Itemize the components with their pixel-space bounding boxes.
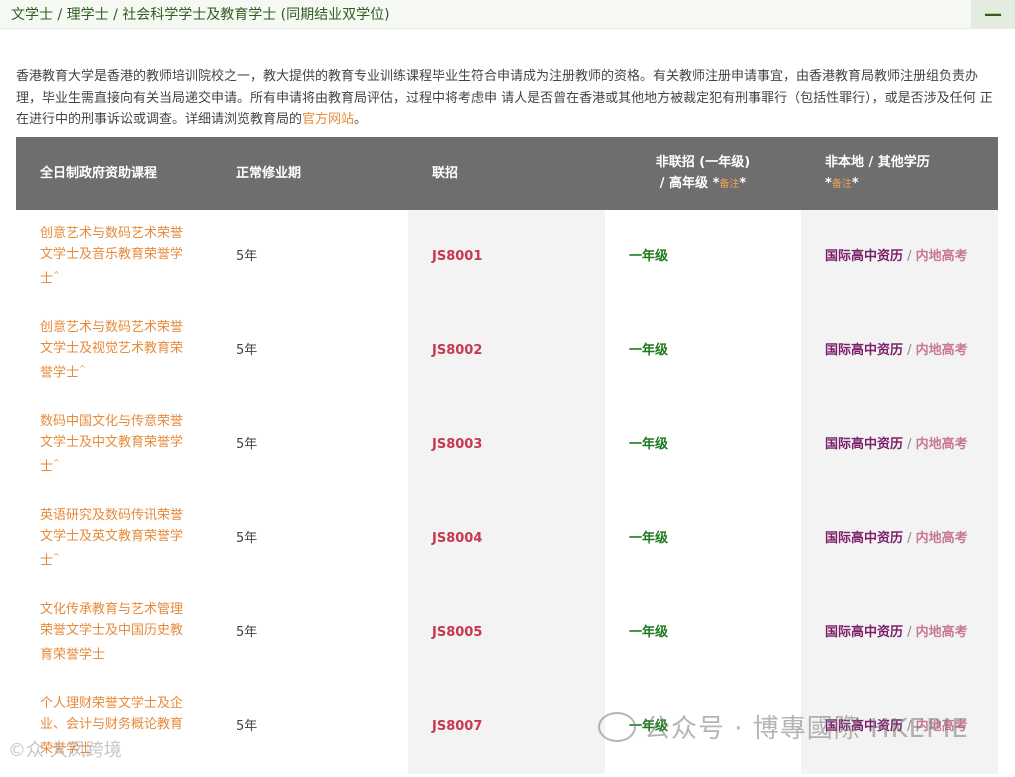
mainland-qualification: 内地高考: [915, 436, 968, 452]
header-jupas: 联招: [408, 137, 605, 210]
intl-qualification: 国际高中资历: [825, 624, 904, 640]
nonlocal-qualification-cell: 国际高中资历 / 内地高考: [801, 398, 998, 492]
table-row: 数码中国文化与传意荣誉文学士及中文教育荣誉学士^ 5年 JS8003 一年级 国际高中资…: [16, 398, 998, 492]
intl-qualification: 国际高中资历: [825, 436, 904, 452]
intro-end: 。: [354, 112, 368, 127]
program-footnote-mark: ^: [53, 270, 60, 280]
programs-table-wrapper: 全日制政府资助课程 正常修业期 联招 非联招 (一年级) / 高年级 *备注* …: [16, 137, 998, 777]
collapse-toggle-button[interactable]: —: [971, 0, 1015, 28]
program-footnote-mark: ^: [53, 458, 60, 468]
duration-cell: 5年: [212, 304, 408, 398]
table-row: 英语研究及数码传讯荣誉文学士及英文教育荣誉学士^ 5年 JS8004 一年级 国际高中资…: [16, 492, 998, 586]
official-website-link[interactable]: 官方网站: [302, 112, 354, 127]
nonlocal-qualification-cell: 国际高中资历 / 内地高考: [801, 304, 998, 398]
intl-qualification: 国际高中资历: [825, 342, 904, 358]
duration-cell: 5年: [212, 492, 408, 586]
jupas-code-cell: JS8007: [408, 680, 605, 774]
jupas-code-cell: JS8005: [408, 586, 605, 680]
program-footnote-mark: ^: [53, 552, 60, 562]
mainland-qualification: 内地高考: [915, 530, 968, 546]
nonlocal-note-link[interactable]: 备注: [832, 179, 852, 190]
jupas-code-cell: JS8002: [408, 304, 605, 398]
program-cell[interactable]: 创意艺术与数码艺术荣誉文学士及音乐教育荣誉学士^: [16, 210, 212, 304]
program-footnote-mark: ^: [79, 364, 86, 374]
duration-cell: 5年: [212, 210, 408, 304]
watermark-secondary: ©众 大凤跨境: [8, 740, 122, 761]
non-jupas-grade-cell: 一年级: [605, 210, 801, 304]
program-name-link[interactable]: 创意艺术与数码艺术荣誉文学士及视觉艺术教育荣誉学士^: [40, 318, 190, 384]
table-body: 创意艺术与数码艺术荣誉文学士及音乐教育荣誉学士^ 5年 JS8001 一年级 国际高中资…: [16, 210, 998, 774]
intl-qualification: 国际高中资历: [825, 530, 904, 546]
table-row: 创意艺术与数码艺术荣誉文学士及视觉艺术教育荣誉学士^ 5年 JS8002 一年级 国际高…: [16, 304, 998, 398]
header-program: 全日制政府资助课程: [16, 137, 212, 210]
non-jupas-grade-cell: 一年级: [605, 398, 801, 492]
program-name-link[interactable]: 数码中国文化与传意荣誉文学士及中文教育荣誉学士^: [40, 412, 190, 478]
mainland-qualification: 内地高考: [915, 342, 968, 358]
nonlocal-qualification-cell: 国际高中资历 / 内地高考: [801, 586, 998, 680]
non-jupas-grade-cell: 一年级: [605, 586, 801, 680]
non-jupas-grade-cell: 一年级: [605, 304, 801, 398]
table-row: 创意艺术与数码艺术荣誉文学士及音乐教育荣誉学士^ 5年 JS8001 一年级 国际高中资…: [16, 210, 998, 304]
table-row: 文化传承教育与艺术管理荣誉文学士及中国历史教育荣誉学士 5年 JS8005 一年级 国际…: [16, 586, 998, 680]
jupas-code-cell: JS8004: [408, 492, 605, 586]
program-cell[interactable]: 文化传承教育与艺术管理荣誉文学士及中国历史教育荣誉学士: [16, 586, 212, 680]
watermark-main: 公众号 · 博專國際 HKEPIE: [598, 708, 969, 745]
duration-cell: 5年: [212, 398, 408, 492]
program-cell[interactable]: 创意艺术与数码艺术荣誉文学士及视觉艺术教育荣誉学士^: [16, 304, 212, 398]
mainland-qualification: 内地高考: [915, 624, 968, 640]
jupas-code-cell: JS8001: [408, 210, 605, 304]
program-name-link[interactable]: 英语研究及数码传讯荣誉文学士及英文教育荣誉学士^: [40, 506, 190, 572]
program-name-link[interactable]: 文化传承教育与艺术管理荣誉文学士及中国历史教育荣誉学士: [40, 600, 190, 666]
nonlocal-qualification-cell: 国际高中资历 / 内地高考: [801, 210, 998, 304]
duration-cell: 5年: [212, 586, 408, 680]
table-header-row: 全日制政府资助课程 正常修业期 联招 非联招 (一年级) / 高年级 *备注* …: [16, 137, 998, 210]
mainland-qualification: 内地高考: [915, 248, 968, 264]
header-nonlocal: 非本地 / 其他学历 *备注*: [801, 137, 998, 210]
programs-table: 全日制政府资助课程 正常修业期 联招 非联招 (一年级) / 高年级 *备注* …: [16, 137, 998, 774]
non-jupas-note-link[interactable]: 备注: [719, 179, 739, 190]
jupas-code-cell: JS8003: [408, 398, 605, 492]
header-non-jupas: 非联招 (一年级) / 高年级 *备注*: [605, 137, 801, 210]
program-name-link[interactable]: 创意艺术与数码艺术荣誉文学士及音乐教育荣誉学士^: [40, 224, 190, 290]
header-duration: 正常修业期: [212, 137, 408, 210]
intl-qualification: 国际高中资历: [825, 248, 904, 264]
accordion-header[interactable]: 文学士 / 理学士 / 社会科学学士及教育学士 (同期结业双学位) —: [0, 0, 1015, 29]
intro-text: 香港教育大学是香港的教师培训院校之一，教大提供的教育专业训练课程毕业生符合申请成…: [16, 69, 993, 127]
accordion-title: 文学士 / 理学士 / 社会科学学士及教育学士 (同期结业双学位): [11, 7, 390, 23]
duration-cell: 5年: [212, 680, 408, 774]
program-cell[interactable]: 数码中国文化与传意荣誉文学士及中文教育荣誉学士^: [16, 398, 212, 492]
non-jupas-grade-cell: 一年级: [605, 492, 801, 586]
wechat-icon: [598, 711, 636, 742]
intro-paragraph: 香港教育大学是香港的教师培训院校之一，教大提供的教育专业训练课程毕业生符合申请成…: [16, 66, 996, 131]
nonlocal-qualification-cell: 国际高中资历 / 内地高考: [801, 492, 998, 586]
program-cell[interactable]: 英语研究及数码传讯荣誉文学士及英文教育荣誉学士^: [16, 492, 212, 586]
